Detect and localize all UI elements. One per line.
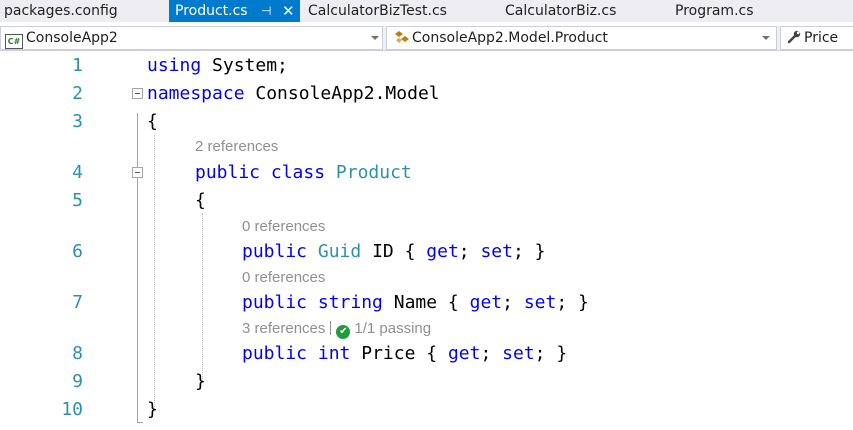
keyword-token: public bbox=[242, 292, 308, 313]
codelens-references[interactable]: 3 references ✔ 1/1 passing bbox=[242, 320, 431, 339]
code-line[interactable]: public Guid ID { get; set; } bbox=[242, 241, 546, 263]
project-dropdown[interactable]: C# ConsoleApp2 bbox=[0, 26, 383, 50]
code-line[interactable]: } bbox=[195, 371, 206, 393]
line-number: 8 bbox=[72, 343, 83, 364]
type-token: Guid bbox=[317, 241, 362, 262]
code-token: ID { bbox=[361, 241, 427, 262]
line-number: 2 bbox=[72, 83, 83, 104]
code-token: ; bbox=[480, 343, 503, 364]
type-dropdown[interactable]: ConsoleApp2.Model.Product bbox=[386, 26, 777, 50]
codelens-references[interactable]: 0 references bbox=[242, 269, 325, 287]
code-line[interactable]: } bbox=[147, 399, 158, 421]
document-tab-strip: packages.config Product.cs ⊣ ✕ Calculato… bbox=[0, 0, 853, 22]
tab-packages-config[interactable]: packages.config bbox=[4, 0, 118, 22]
member-dropdown[interactable]: Price bbox=[780, 26, 853, 50]
line-number: 3 bbox=[72, 111, 83, 132]
codelens-separator bbox=[330, 321, 332, 335]
code-token: ; bbox=[502, 292, 524, 313]
code-line[interactable]: public class Product bbox=[195, 162, 412, 184]
keyword-token: int bbox=[317, 343, 351, 364]
code-token: ; } bbox=[556, 292, 589, 313]
code-token: System; bbox=[201, 55, 288, 76]
code-editor[interactable]: 1 2 3 4 5 6 7 8 9 10 using System; names… bbox=[0, 51, 853, 430]
keyword-token: string bbox=[317, 292, 383, 313]
collapse-namespace-icon[interactable] bbox=[132, 88, 143, 99]
tab-product-cs[interactable]: Product.cs ⊣ ✕ bbox=[169, 0, 300, 22]
keyword-token: using bbox=[147, 55, 202, 76]
keyword-token: get bbox=[426, 241, 459, 262]
line-number: 9 bbox=[72, 371, 83, 392]
code-token: { bbox=[147, 111, 158, 132]
code-token: { bbox=[195, 190, 206, 211]
code-line[interactable]: public int Price { get; set; } bbox=[242, 343, 567, 365]
keyword-token: set bbox=[523, 292, 557, 313]
tab-calculatorbiztest-cs[interactable]: CalculatorBizTest.cs bbox=[308, 0, 447, 22]
line-number: 5 bbox=[72, 190, 83, 211]
code-line[interactable]: public string Name { get; set; } bbox=[242, 292, 589, 314]
code-token: ; } bbox=[534, 343, 568, 364]
keyword-token: public bbox=[242, 343, 308, 364]
chevron-down-icon bbox=[371, 36, 379, 40]
indent-guide bbox=[202, 213, 203, 383]
keyword-token: public bbox=[195, 162, 261, 183]
keyword-token: get bbox=[447, 343, 481, 364]
code-token: ; } bbox=[512, 241, 546, 262]
code-line[interactable]: using System; bbox=[147, 55, 288, 77]
type-token: Product bbox=[335, 162, 412, 183]
outline-end-tick bbox=[137, 422, 143, 423]
keyword-token: set bbox=[502, 343, 535, 364]
line-number: 7 bbox=[72, 292, 83, 313]
code-token: ; bbox=[458, 241, 481, 262]
code-line[interactable]: { bbox=[195, 190, 206, 212]
line-number: 6 bbox=[72, 241, 83, 262]
outline-guide bbox=[137, 113, 138, 423]
code-token: Name { bbox=[382, 292, 470, 313]
code-token: } bbox=[195, 371, 206, 392]
code-line[interactable]: { bbox=[147, 111, 158, 133]
indent-guide bbox=[154, 135, 155, 411]
line-number: 4 bbox=[72, 162, 83, 183]
keyword-token: public bbox=[242, 241, 308, 262]
close-icon[interactable]: ✕ bbox=[282, 0, 295, 22]
keyword-token: set bbox=[480, 241, 513, 262]
wrench-icon bbox=[787, 30, 801, 44]
check-circle-icon: ✔ bbox=[336, 325, 351, 339]
code-line[interactable]: namespace ConsoleApp2.Model bbox=[147, 83, 440, 105]
line-number: 1 bbox=[72, 55, 83, 76]
keyword-token: get bbox=[469, 292, 503, 313]
tab-program-cs[interactable]: Program.cs bbox=[675, 0, 754, 22]
class-icon bbox=[395, 31, 409, 43]
test-status[interactable]: 1/1 passing bbox=[354, 320, 431, 337]
pin-icon[interactable]: ⊣ bbox=[261, 0, 271, 22]
code-token: Price { bbox=[350, 343, 448, 364]
collapse-class-icon[interactable] bbox=[132, 167, 143, 178]
chevron-down-icon bbox=[762, 36, 770, 40]
code-token: } bbox=[147, 399, 158, 420]
tab-calculatorbiz-cs[interactable]: CalculatorBiz.cs bbox=[505, 0, 616, 22]
keyword-token: namespace bbox=[147, 83, 245, 104]
tab-label: Product.cs bbox=[175, 3, 248, 19]
code-token: ConsoleApp2.Model bbox=[244, 83, 440, 104]
codelens-references[interactable]: 2 references bbox=[195, 138, 278, 156]
navigation-bar: C# ConsoleApp2 ConsoleApp2.Model.Product … bbox=[0, 26, 853, 51]
csharp-project-icon: C# bbox=[5, 34, 23, 49]
line-number: 10 bbox=[61, 399, 83, 420]
keyword-token: class bbox=[270, 162, 326, 183]
codelens-references[interactable]: 0 references bbox=[242, 218, 325, 236]
